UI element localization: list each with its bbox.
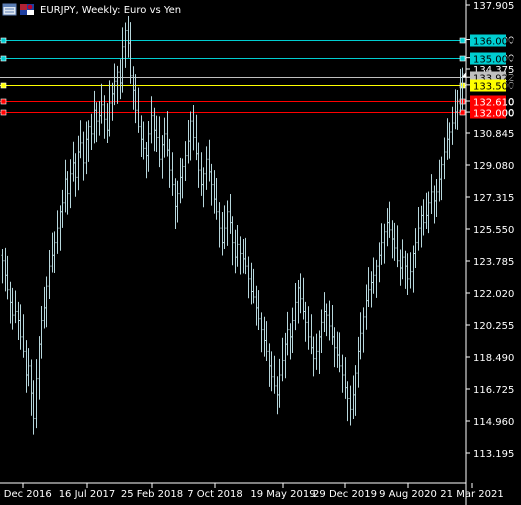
price-tick-label: 113.195	[473, 449, 514, 460]
time-tick-label: 29 Dec 2019	[313, 489, 377, 500]
price-tick-label: 122.020	[473, 289, 514, 300]
flag-icon	[20, 4, 34, 15]
price-tick-label: 137.905	[473, 1, 514, 12]
level-handle[interactable]	[0, 98, 7, 105]
level-handle[interactable]	[0, 109, 7, 116]
level-price-label: 136.000	[470, 34, 514, 48]
price-tick-label: 118.490	[473, 353, 514, 364]
time-tick-label: 9 Aug 2020	[379, 489, 437, 500]
price-tick-label: 114.960	[473, 417, 514, 428]
level-price-labels: 136.000135.000133.922133.500132.610132.0…	[470, 34, 514, 120]
price-tick-label: 123.785	[473, 257, 514, 268]
level-price-label: 135.000	[470, 52, 514, 66]
chart-window-icon	[2, 3, 17, 16]
chart-background	[0, 0, 521, 505]
time-tick-label: 7 Oct 2018	[187, 489, 242, 500]
time-tick-label: 19 May 2019	[250, 489, 315, 500]
level-handle[interactable]	[0, 37, 7, 44]
level-price-label: 132.000	[470, 106, 514, 120]
level-handle[interactable]	[0, 55, 7, 62]
chart-title: EURJPY, Weekly: Euro vs Yen	[40, 5, 181, 16]
level-price-text: 135.000	[473, 55, 514, 66]
price-tick-label: 129.080	[473, 161, 514, 172]
price-axis: 137.905136.000135.000134.375133.922133.5…	[466, 1, 514, 460]
level-handle[interactable]	[459, 55, 466, 62]
price-tick-label: 130.845	[473, 129, 514, 140]
time-tick-label: 16 Jul 2017	[59, 489, 116, 500]
level-price-label: 133.500	[470, 79, 514, 93]
price-tick-label: 116.725	[473, 385, 514, 396]
level-price-text: 132.000	[473, 109, 514, 120]
level-handle[interactable]	[0, 82, 7, 89]
price-tick-label: 120.255	[473, 321, 514, 332]
price-tick-label: 125.550	[473, 225, 514, 236]
price-tick-label: 127.315	[473, 193, 514, 204]
level-price-text: 133.500	[473, 82, 514, 93]
level-price-text: 136.000	[473, 37, 514, 48]
chart-header: EURJPY, Weekly: Euro vs Yen	[2, 3, 181, 16]
time-tick-label: 21 Mar 2021	[440, 489, 503, 500]
eurjpy-weekly-chart[interactable]: 137.905136.000135.000134.375133.922133.5…	[0, 0, 521, 505]
time-tick-label: 4 Dec 2016	[0, 489, 52, 500]
level-handle[interactable]	[459, 37, 466, 44]
time-tick-label: 25 Feb 2018	[121, 489, 183, 500]
